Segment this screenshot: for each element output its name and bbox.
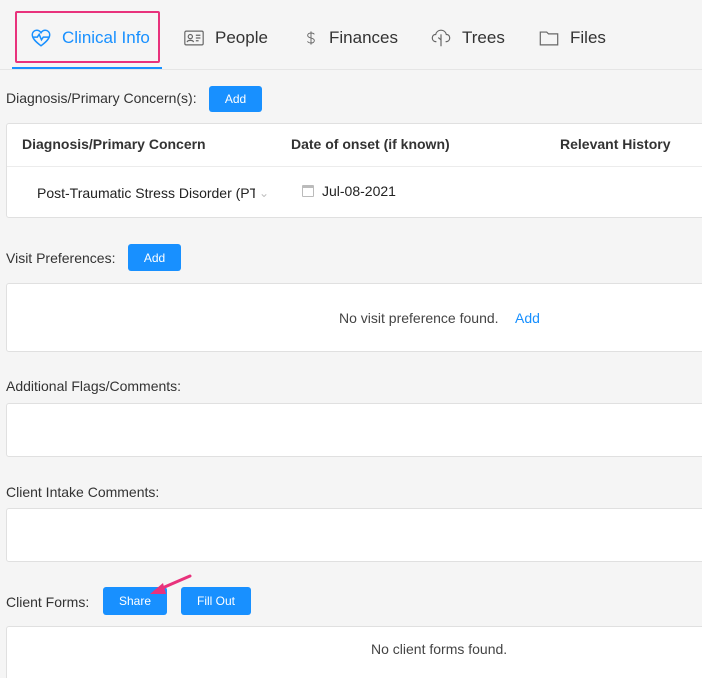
add-visit-preference-button[interactable]: Add: [128, 244, 181, 271]
diagnosis-select-value: Post-Traumatic Stress Disorder (PTSD): [37, 185, 255, 201]
calendar-icon: [302, 185, 314, 197]
tab-files[interactable]: Files: [538, 12, 606, 64]
folder-icon: [539, 31, 559, 46]
tree-icon: [431, 29, 451, 47]
visit-preferences-label: Visit Preferences:: [6, 250, 116, 266]
client-forms-panel: [6, 626, 702, 678]
onset-date-field[interactable]: Jul-08-2021: [302, 183, 396, 199]
client-forms-empty-text: No client forms found.: [371, 641, 508, 657]
annotation-arrow: [150, 574, 192, 594]
additional-flags-label: Additional Flags/Comments:: [6, 378, 182, 394]
dollar-icon: [307, 31, 315, 45]
heartbeat-icon: [31, 29, 51, 47]
visit-preferences-empty-text: No visit preference found.: [339, 310, 499, 326]
tab-label: People: [215, 28, 268, 47]
chevron-down-icon: ⌄: [259, 186, 270, 200]
tab-label: Trees: [462, 28, 505, 47]
tab-bar: Clinical Info People Finances Trees File…: [0, 0, 702, 70]
tab-clinical-info[interactable]: Clinical Info: [30, 12, 150, 64]
intake-comments-textarea[interactable]: [6, 508, 702, 562]
add-diagnosis-button[interactable]: Add: [209, 86, 262, 112]
tab-label: Finances: [329, 28, 398, 47]
tab-people[interactable]: People: [183, 12, 268, 64]
column-header-onset: Date of onset (if known): [291, 136, 450, 152]
active-tab-indicator: [12, 67, 162, 69]
column-header-concern: Diagnosis/Primary Concern: [22, 136, 206, 152]
id-card-icon: [184, 30, 204, 46]
tab-finances[interactable]: Finances: [303, 12, 398, 64]
intake-comments-label: Client Intake Comments:: [6, 484, 160, 500]
tab-label: Files: [570, 28, 606, 47]
additional-flags-textarea[interactable]: [6, 403, 702, 457]
tab-label: Clinical Info: [62, 28, 150, 47]
client-forms-label: Client Forms:: [6, 594, 90, 610]
diagnosis-label: Diagnosis/Primary Concern(s):: [6, 90, 197, 106]
tab-trees[interactable]: Trees: [430, 12, 505, 64]
diagnosis-select[interactable]: Post-Traumatic Stress Disorder (PTSD) ⌄: [37, 183, 273, 203]
add-visit-preference-link[interactable]: Add: [515, 310, 540, 326]
onset-date-value: Jul-08-2021: [322, 183, 396, 199]
column-header-history: Relevant History: [560, 136, 671, 152]
table-divider: [7, 166, 702, 167]
